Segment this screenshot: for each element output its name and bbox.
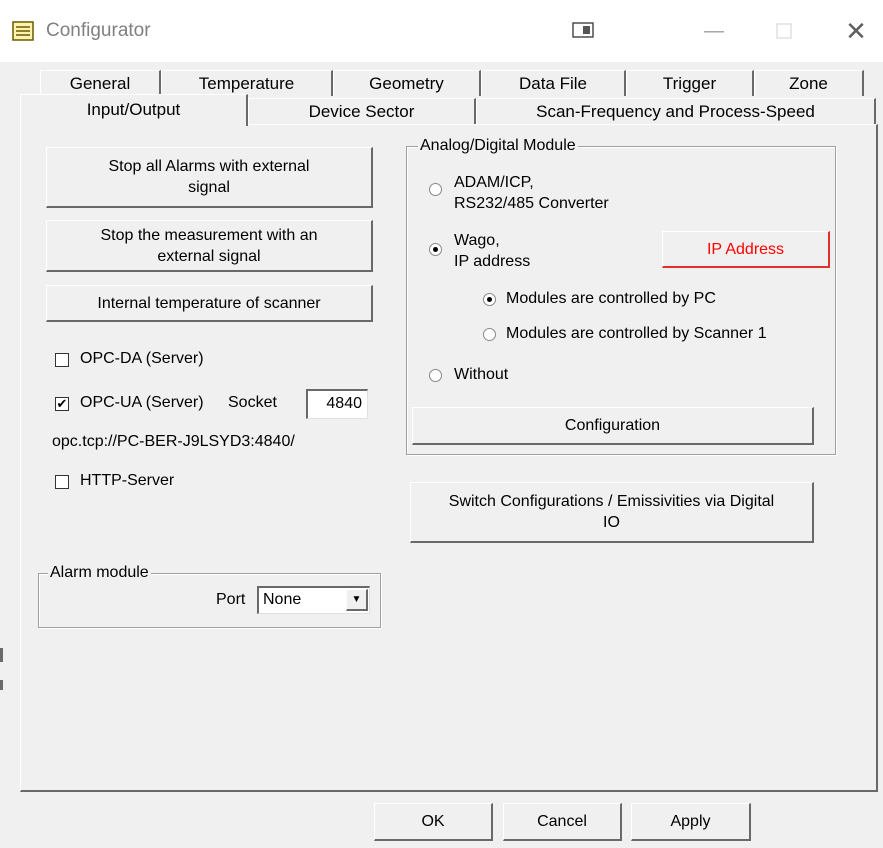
ok-label: OK <box>421 813 445 830</box>
app-icon <box>12 20 34 42</box>
tab-zone[interactable]: Zone <box>754 70 864 96</box>
wago-label: Wago, IP address <box>454 230 530 272</box>
internal-temperature-label: Internal temperature of scanner <box>97 294 321 312</box>
wago-radio[interactable] <box>429 243 442 256</box>
without-radio[interactable] <box>429 369 442 382</box>
socket-label: Socket <box>228 394 277 411</box>
edge-marker <box>0 648 3 662</box>
alarm-module-title: Alarm module <box>48 564 151 582</box>
modules-pc-label: Modules are controlled by PC <box>506 290 716 307</box>
adam-radio[interactable] <box>429 183 442 196</box>
wago-label-line2: IP address <box>454 253 531 270</box>
apply-label: Apply <box>670 813 711 830</box>
ok-button[interactable]: OK <box>374 803 493 841</box>
tab-temperature[interactable]: Temperature <box>161 70 333 96</box>
opc-ua-label: OPC-UA (Server) <box>80 394 204 411</box>
configuration-label: Configuration <box>564 417 661 434</box>
tab-scan-frequency[interactable]: Scan-Frequency and Process-Speed <box>476 98 876 125</box>
adam-label-line1: ADAM/ICP, <box>454 174 534 191</box>
close-button[interactable]: ✕ <box>832 10 880 52</box>
ip-address-button[interactable]: IP Address <box>662 231 830 268</box>
modules-scanner-radio[interactable] <box>483 328 496 341</box>
tab-trigger[interactable]: Trigger <box>626 70 754 96</box>
stop-measurement-label: Stop the measurement with an external si… <box>100 226 318 265</box>
modules-scanner-label: Modules are controlled by Scanner 1 <box>506 325 767 342</box>
internal-temperature-button[interactable]: Internal temperature of scanner <box>46 285 373 322</box>
cancel-button[interactable]: Cancel <box>503 803 622 841</box>
stop-alarms-button[interactable]: Stop all Alarms with external signal <box>46 147 373 208</box>
tab-input-output[interactable]: Input/Output <box>20 94 248 126</box>
adam-label: ADAM/ICP, RS232/485 Converter <box>454 172 609 214</box>
window-title: Configurator <box>46 20 151 41</box>
title-bar: Configurator — ✕ <box>0 0 883 62</box>
maximize-button <box>760 10 808 52</box>
opc-ua-checkbox[interactable]: ✔ <box>55 397 69 411</box>
tab-geometry[interactable]: Geometry <box>333 70 481 96</box>
apply-button[interactable]: Apply <box>631 803 751 841</box>
http-server-label: HTTP-Server <box>80 472 175 489</box>
http-server-checkbox[interactable] <box>55 475 69 489</box>
cancel-label: Cancel <box>537 813 587 830</box>
adam-label-line2: RS232/485 Converter <box>454 195 609 212</box>
tab-data-file[interactable]: Data File <box>481 70 626 96</box>
port-label: Port <box>216 591 246 608</box>
tab-general[interactable]: General <box>40 70 161 96</box>
port-select-value: None <box>263 591 302 608</box>
opc-url: opc.tcp://PC-BER-J9LSYD3:4840/ <box>52 433 295 450</box>
stop-measurement-button[interactable]: Stop the measurement with an external si… <box>46 220 373 272</box>
opc-da-checkbox[interactable] <box>55 353 69 367</box>
stop-alarms-label: Stop all Alarms with external signal <box>108 158 310 196</box>
configuration-button[interactable]: Configuration <box>412 407 814 445</box>
snap-layout-icon[interactable] <box>572 22 594 43</box>
dropdown-arrow-icon[interactable]: ▼ <box>346 589 368 611</box>
opc-da-label: OPC-DA (Server) <box>80 350 204 367</box>
port-select[interactable]: None ▼ <box>257 586 370 614</box>
ip-address-label: IP Address <box>706 240 785 258</box>
tab-device-sector[interactable]: Device Sector <box>248 98 476 125</box>
without-label: Without <box>454 366 509 383</box>
switch-configurations-label: Switch Configurations / Emissivities via… <box>448 493 775 531</box>
edge-marker <box>0 680 3 690</box>
wago-label-line1: Wago, <box>454 232 500 249</box>
analog-digital-title: Analog/Digital Module <box>418 137 578 155</box>
modules-pc-radio[interactable] <box>483 293 496 306</box>
switch-configurations-button[interactable]: Switch Configurations / Emissivities via… <box>410 482 814 543</box>
minimize-button[interactable]: — <box>690 10 738 52</box>
socket-input[interactable]: 4840 <box>306 389 368 419</box>
